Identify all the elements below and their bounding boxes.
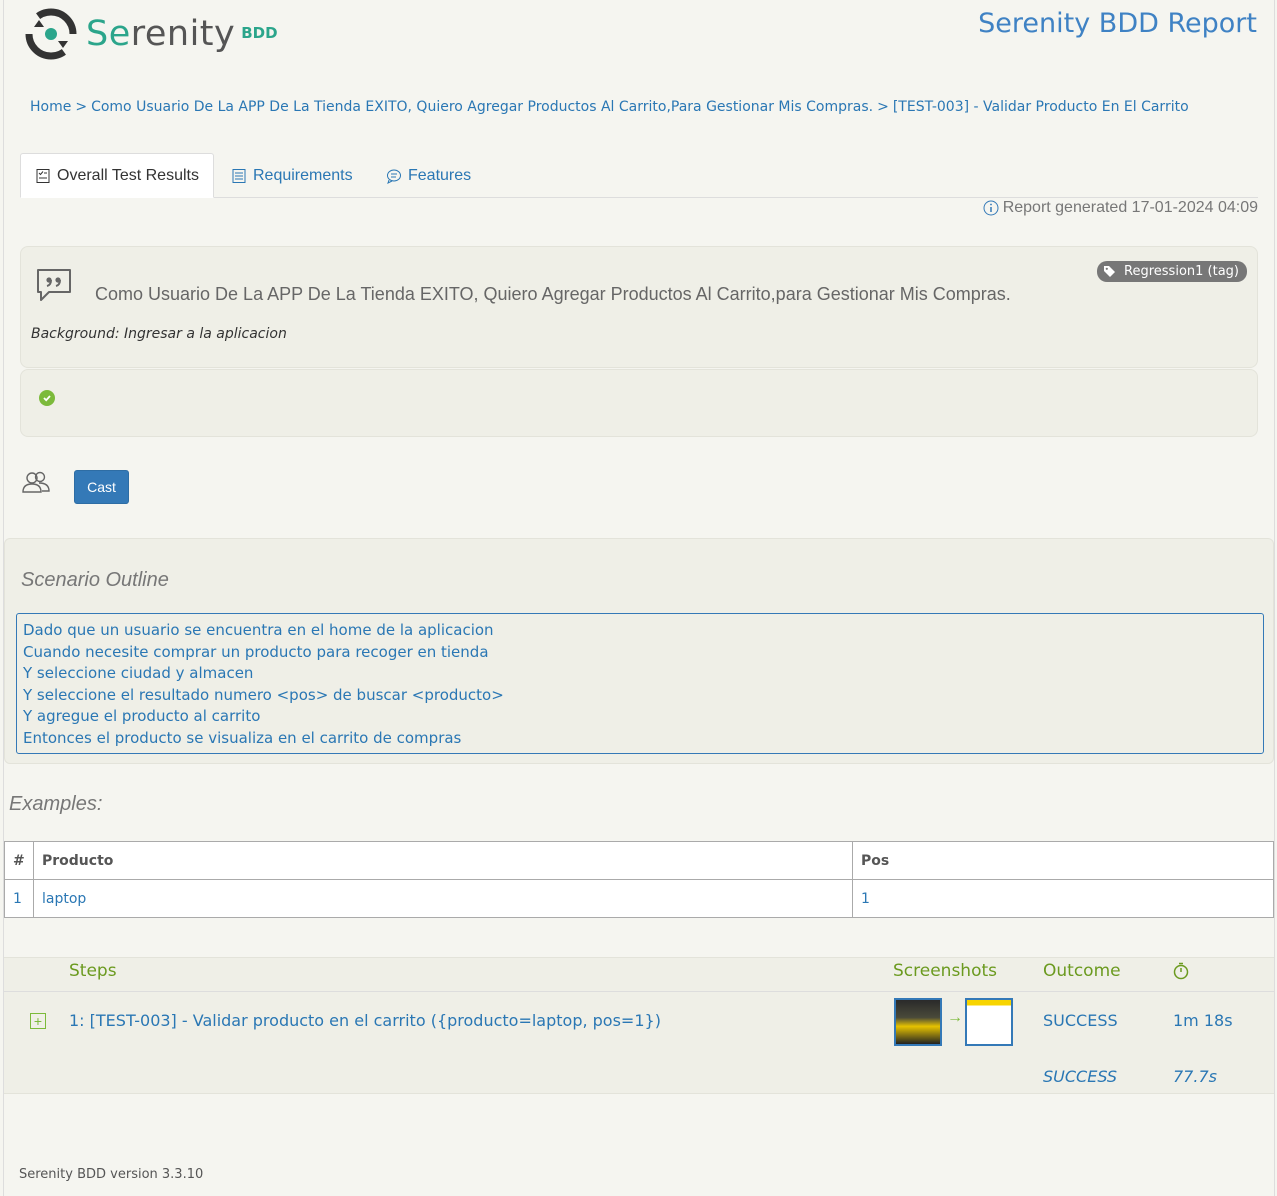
feature-title: Como Usuario De La APP De La Tienda EXIT…	[95, 284, 1011, 304]
table-row[interactable]: 1 laptop 1	[4, 879, 1274, 918]
background-text: Background: Ingresar a la aplicacion	[31, 326, 287, 342]
step-row[interactable]: + 1: [TEST-003] - Validar producto en el…	[4, 993, 1274, 1063]
background-value: Ingresar a la aplicacion	[124, 326, 287, 342]
logo-bdd-label: BDD	[241, 24, 278, 42]
breadcrumb-feature-link[interactable]: Como Usuario De La APP De La Tienda EXIT…	[91, 99, 873, 115]
scenario-outline-panel: Scenario Outline Dado que un usuario se …	[4, 538, 1274, 764]
tag-badge[interactable]: Regression1 (tag)	[1097, 261, 1247, 282]
comment-icon	[387, 169, 401, 184]
report-tabs: Overall Test Results Requirements Featur…	[20, 153, 1258, 198]
info-icon	[983, 200, 999, 216]
column-header[interactable]: #	[4, 841, 34, 880]
report-generated-text: Report generated 17-01-2024 04:09	[1002, 199, 1258, 216]
table-header-row: # Producto Pos	[4, 841, 1274, 880]
scenario-outline-steps: Dado que un usuario se encuentra en el h…	[16, 613, 1264, 754]
outline-step: Dado que un usuario se encuentra en el h…	[23, 621, 494, 639]
examples-title: Examples:	[9, 793, 103, 815]
serenity-logo-icon	[24, 8, 78, 60]
breadcrumb-separator: >	[877, 99, 889, 115]
stopwatch-icon	[1173, 962, 1189, 980]
tab-features[interactable]: Features	[372, 153, 485, 198]
serenity-logo[interactable]: Serenity BDD	[24, 6, 278, 62]
scenario-outline-title: Scenario Outline	[21, 569, 169, 591]
table-cell: 1	[4, 879, 34, 918]
arrow-right-icon: →	[947, 1009, 963, 1026]
breadcrumb-home-link[interactable]: Home	[30, 99, 71, 115]
steps-table: Steps Screenshots Outcome + 1: [TEST-003…	[4, 957, 1274, 1094]
breadcrumb: Home > Como Usuario De La APP De La Tienda…	[30, 99, 1189, 115]
tab-label: Features	[408, 166, 472, 184]
outline-step: Y seleccione el resultado numero <pos> d…	[23, 685, 504, 704]
report-generated-info: Report generated 17-01-2024 04:09	[983, 199, 1258, 217]
tab-label: Overall Test Results	[57, 166, 199, 184]
examples-table: # Producto Pos 1 laptop 1	[4, 841, 1274, 918]
quote-icon	[37, 269, 71, 301]
steps-summary-row: SUCCESS 77.7s	[4, 1063, 1274, 1093]
report-title: Serenity BDD Report	[978, 8, 1257, 39]
summary-duration: 77.7s	[1173, 1067, 1217, 1086]
outline-step: Y agregue el producto al carrito	[23, 707, 261, 725]
screenshots-column-header: Screenshots	[893, 961, 998, 981]
summary-outcome: SUCCESS	[1043, 1067, 1118, 1086]
screenshot-thumbnail[interactable]	[965, 998, 1013, 1046]
column-header[interactable]: Pos	[852, 841, 1274, 880]
column-header[interactable]: Producto	[33, 841, 853, 880]
breadcrumb-separator: >	[75, 99, 88, 115]
tab-requirements[interactable]: Requirements	[217, 153, 367, 198]
checklist-icon	[36, 168, 50, 183]
breadcrumb-current: [TEST-003] - Validar Producto En El Carr…	[892, 99, 1189, 115]
success-check-icon	[39, 390, 55, 406]
screenshot-thumbnail[interactable]	[894, 998, 942, 1046]
steps-column-header: Steps	[69, 961, 117, 981]
outcome-column-header: Outcome	[1043, 961, 1121, 981]
logo-wordmark: Serenity	[86, 14, 236, 54]
outline-step: Y seleccione ciudad y almacen	[23, 664, 254, 682]
feature-card: Como Usuario De La APP De La Tienda EXIT…	[20, 246, 1258, 368]
step-outcome: SUCCESS	[1043, 1011, 1118, 1030]
steps-header: Steps Screenshots Outcome	[4, 958, 1274, 992]
tag-label: Regression1 (tag)	[1124, 264, 1239, 279]
expand-plus-icon[interactable]: +	[30, 1013, 46, 1029]
footer-version: Serenity BDD version 3.3.10	[19, 1167, 204, 1182]
step-label[interactable]: 1: [TEST-003] - Validar producto en el c…	[69, 1011, 661, 1030]
status-card	[20, 369, 1258, 437]
table-cell: 1	[852, 879, 1274, 918]
people-icon	[22, 471, 50, 493]
table-cell: laptop	[33, 879, 853, 918]
tag-icon	[1104, 266, 1116, 277]
background-label: Background:	[31, 326, 120, 342]
outline-step: Entonces el producto se visualiza en el …	[23, 728, 462, 747]
tab-overall-test-results[interactable]: Overall Test Results	[20, 153, 214, 198]
cast-button[interactable]: Cast	[74, 470, 129, 504]
list-icon	[232, 168, 246, 183]
step-duration: 1m 18s	[1173, 1011, 1233, 1030]
tab-label: Requirements	[253, 166, 353, 184]
outline-step: Cuando necesite comprar un producto para…	[23, 642, 489, 661]
